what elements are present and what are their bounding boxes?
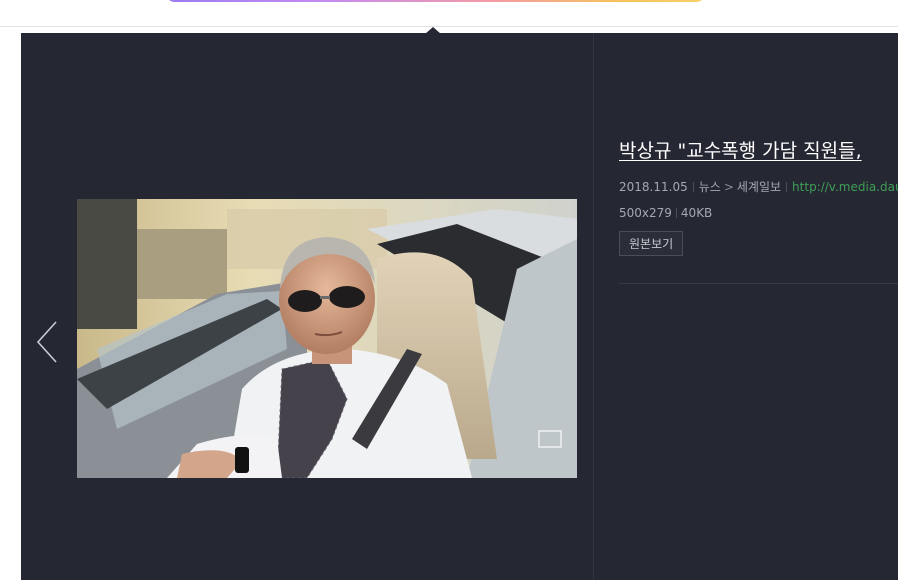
publish-date: 2018.11.05 (619, 180, 688, 194)
info-divider (619, 283, 898, 284)
news-photo[interactable] (77, 199, 577, 478)
meta-separator (675, 208, 677, 218)
image-meta-line: 500x279 40KB (619, 205, 898, 221)
page: 박상규 "교수폭행 가담 직원들, 2018.11.05 뉴스 > 세계일보 http:… (0, 0, 898, 580)
image-viewer: 박상규 "교수폭행 가담 직원들, 2018.11.05 뉴스 > 세계일보 http:… (21, 33, 898, 580)
source-label[interactable]: 세계일보 (737, 180, 781, 194)
meta-line: 2018.11.05 뉴스>세계일보 http://v.media.daum. (619, 179, 898, 195)
article-title-link[interactable]: 박상규 "교수폭행 가담 직원들, (619, 137, 898, 165)
category-arrow: > (723, 180, 734, 194)
image-stage (21, 33, 594, 580)
category-label[interactable]: 뉴스 (699, 180, 721, 194)
image-dimensions: 500x279 (619, 206, 672, 220)
meta-separator (786, 182, 788, 192)
file-size: 40KB (680, 206, 713, 220)
meta-separator (692, 182, 694, 192)
header-divider (0, 26, 898, 27)
view-original-button[interactable]: 원본보기 (619, 231, 684, 256)
chevron-left-icon[interactable] (35, 320, 61, 364)
search-box[interactable] (165, 0, 706, 2)
source-url-link[interactable]: http://v.media.daum. (792, 180, 898, 194)
image-info-pane: 박상규 "교수폭행 가담 직원들, 2018.11.05 뉴스 > 세계일보 http:… (619, 137, 898, 256)
